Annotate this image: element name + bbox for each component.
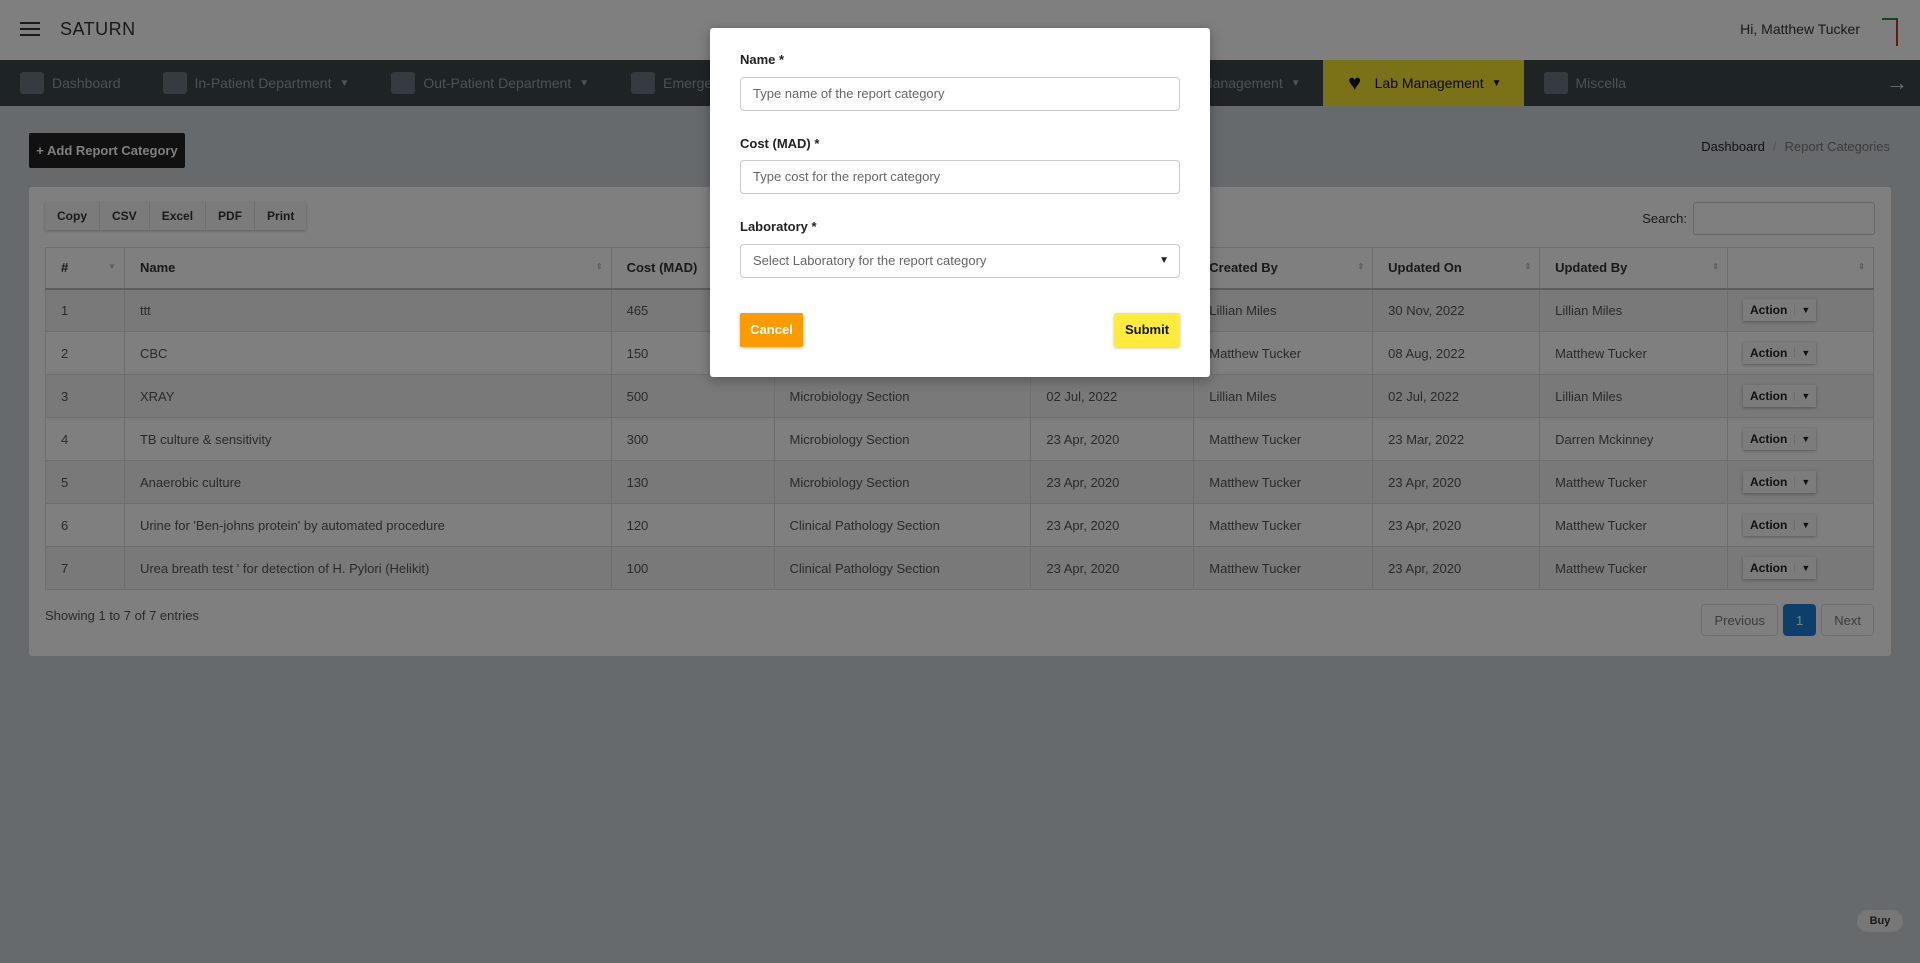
cost-input[interactable]: Type cost for the report category xyxy=(740,160,1180,194)
cost-label: Cost (MAD) * xyxy=(740,136,820,151)
laboratory-select-value: Select Laboratory for the report categor… xyxy=(753,253,987,268)
add-report-category-modal: Name * Type name of the report category … xyxy=(710,28,1210,377)
laboratory-label: Laboratory * xyxy=(740,219,817,234)
laboratory-select[interactable]: Select Laboratory for the report categor… xyxy=(740,244,1180,278)
caret-down-icon: ▼ xyxy=(1159,255,1169,266)
cancel-button[interactable]: Cancel xyxy=(740,313,803,347)
name-input[interactable]: Type name of the report category xyxy=(740,77,1180,111)
submit-button[interactable]: Submit xyxy=(1114,313,1180,347)
name-label: Name * xyxy=(740,52,785,67)
